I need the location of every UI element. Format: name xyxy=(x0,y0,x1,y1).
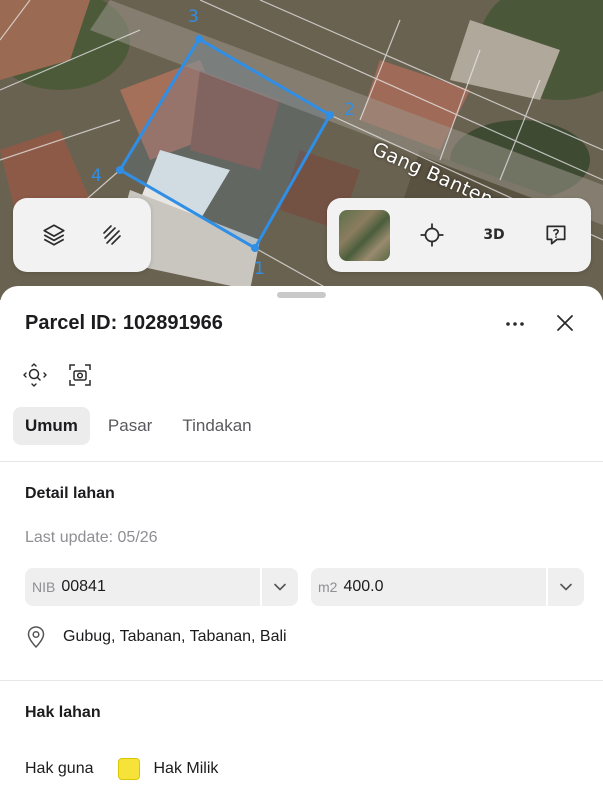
tab-bar: Umum Pasar Tindakan xyxy=(13,407,264,445)
tab-pasar[interactable]: Pasar xyxy=(96,407,164,445)
area-unit: m2 xyxy=(318,579,338,595)
rights-color-swatch xyxy=(117,758,140,780)
measure-button[interactable] xyxy=(91,215,131,255)
3d-label: 3D xyxy=(483,227,505,243)
area-value: 400.0 xyxy=(343,578,384,595)
ellipsis-icon xyxy=(506,322,524,326)
camera-screenshot-icon xyxy=(69,364,91,386)
crosshair-icon xyxy=(420,223,444,247)
chevron-down-icon xyxy=(560,583,572,591)
zoom-to-parcel-icon xyxy=(23,363,47,387)
layers-icon xyxy=(42,224,65,246)
rights-section-heading: Hak lahan xyxy=(25,704,101,721)
more-options-button[interactable] xyxy=(500,312,530,336)
divider xyxy=(0,461,603,462)
map-controls-right: 3D xyxy=(327,198,591,272)
close-button[interactable] xyxy=(552,310,578,336)
map-view[interactable]: 3 2 4 1 Gang Banteng 3D xyxy=(0,0,603,300)
parcel-vertex-label: 2 xyxy=(344,100,355,120)
basemap-thumbnail[interactable] xyxy=(339,209,390,261)
measure-icon xyxy=(102,225,121,245)
feedback-button[interactable] xyxy=(536,215,576,255)
parcel-title: Parcel ID: 102891966 xyxy=(25,312,223,334)
nib-value: 00841 xyxy=(61,578,106,595)
nib-field[interactable]: NIB 00841 xyxy=(25,568,298,606)
location-pin-icon xyxy=(27,626,45,649)
parcel-vertex-label: 3 xyxy=(188,7,199,27)
location-row: Gubug, Tabanan, Tabanan, Bali xyxy=(25,625,287,649)
map-controls-left xyxy=(13,198,151,272)
chevron-down-icon xyxy=(274,583,286,591)
location-text: Gubug, Tabanan, Tabanan, Bali xyxy=(63,628,287,645)
parcel-vertex-label: 1 xyxy=(254,259,265,279)
area-field[interactable]: m2 400.0 xyxy=(311,568,584,606)
area-dropdown-button[interactable] xyxy=(546,568,584,606)
feedback-icon xyxy=(546,225,566,245)
screenshot-button[interactable] xyxy=(67,362,93,388)
detail-section-heading: Detail lahan xyxy=(25,485,115,502)
nib-dropdown-button[interactable] xyxy=(260,568,298,606)
3d-toggle-button[interactable]: 3D xyxy=(474,215,514,255)
close-icon xyxy=(557,315,573,331)
zoom-to-parcel-button[interactable] xyxy=(22,362,48,388)
nib-prefix: NIB xyxy=(32,579,56,595)
layers-button[interactable] xyxy=(34,215,74,255)
rights-label: Hak guna xyxy=(25,760,94,777)
last-update-text: Last update: 05/26 xyxy=(25,529,158,546)
divider xyxy=(0,680,603,681)
tab-tindakan[interactable]: Tindakan xyxy=(170,407,263,445)
parcel-vertex-label: 4 xyxy=(91,166,102,186)
sheet-drag-handle[interactable] xyxy=(277,292,326,298)
parcel-detail-sheet: Parcel ID: 102891966 Umum Pasar Tindakan xyxy=(0,286,603,804)
land-rights-row: Hak guna Hak Milik xyxy=(25,758,218,780)
locate-button[interactable] xyxy=(412,215,452,255)
tab-umum[interactable]: Umum xyxy=(13,407,90,445)
rights-value: Hak Milik xyxy=(153,760,219,777)
